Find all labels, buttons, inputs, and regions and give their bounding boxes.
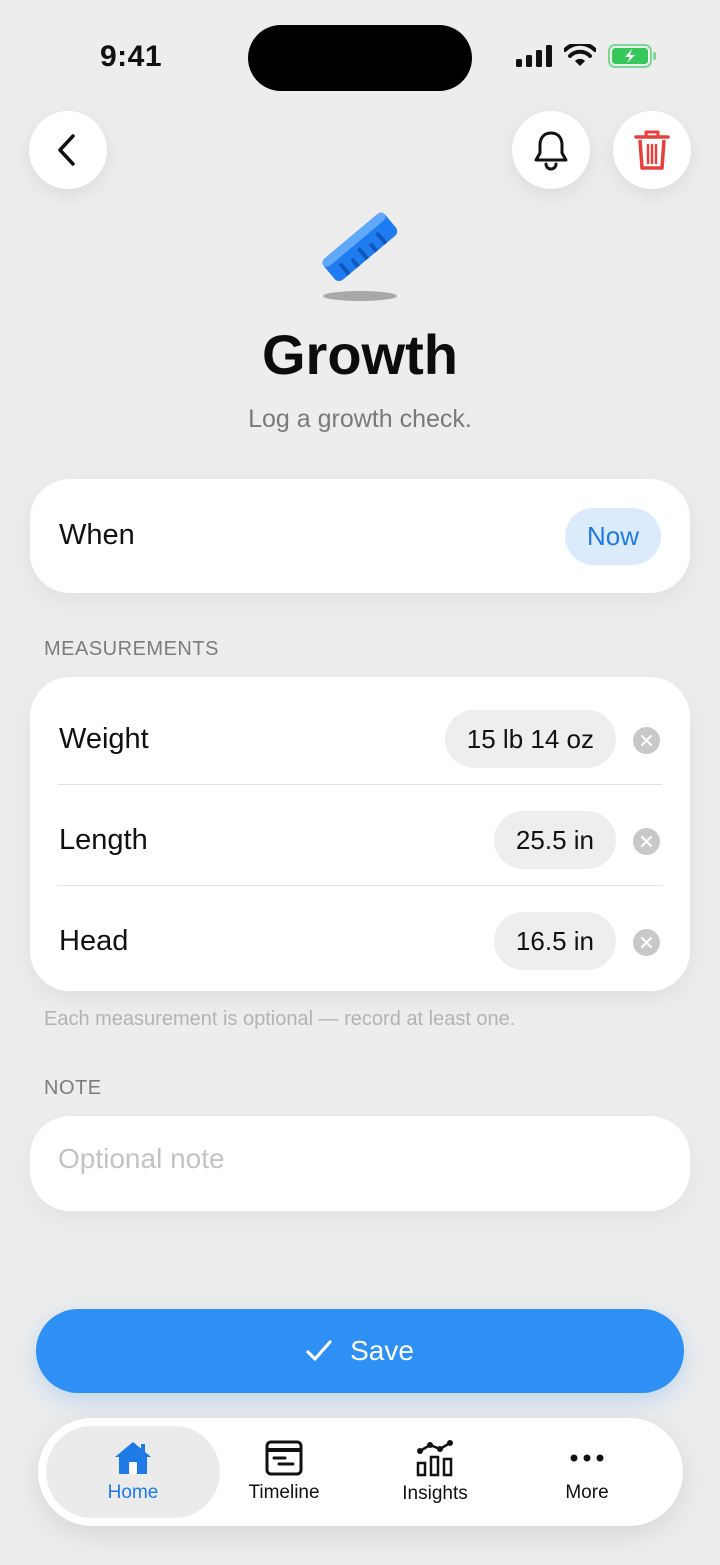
head-clear-button[interactable]: [633, 929, 660, 956]
checkmark-icon: [306, 1340, 332, 1361]
tab-home-label: Home: [107, 1482, 159, 1503]
tab-more[interactable]: More: [512, 1426, 662, 1518]
chevron-left-icon: [58, 134, 75, 166]
note-input[interactable]: [58, 1143, 658, 1175]
more-icon: [570, 1454, 604, 1462]
save-label: Save: [350, 1335, 414, 1366]
head-row: Head 16.5 in: [30, 885, 690, 986]
wifi-icon: [564, 44, 596, 66]
measurements-card: Weight 15 lb 14 oz Length 25.5 in Head 1…: [30, 677, 690, 991]
status-icons: [516, 44, 658, 68]
close-icon: [641, 836, 652, 847]
reminder-button[interactable]: [512, 111, 590, 189]
head-label: Head: [59, 925, 129, 957]
dynamic-island: [248, 25, 472, 91]
note-card: [30, 1116, 690, 1211]
head-value[interactable]: 16.5 in: [493, 912, 616, 970]
save-button[interactable]: Save: [36, 1309, 684, 1393]
close-icon: [641, 735, 652, 746]
when-card: When Now: [30, 479, 690, 593]
status-time: 9:41: [100, 40, 163, 73]
tab-bar: Home Timeline Insights More: [38, 1418, 683, 1526]
bell-icon: [534, 131, 568, 171]
weight-value[interactable]: 15 lb 14 oz: [444, 710, 616, 768]
timeline-icon: [265, 1440, 303, 1476]
length-value[interactable]: 25.5 in: [493, 811, 616, 869]
when-time-button[interactable]: Now: [564, 508, 661, 565]
tab-insights[interactable]: Insights: [360, 1426, 510, 1518]
when-label: When: [59, 519, 135, 551]
close-icon: [641, 937, 652, 948]
tab-timeline[interactable]: Timeline: [209, 1426, 359, 1518]
weight-row: Weight 15 lb 14 oz: [30, 683, 690, 784]
length-label: Length: [59, 824, 148, 856]
length-clear-button[interactable]: [633, 828, 660, 855]
tab-insights-label: Insights: [402, 1483, 468, 1504]
tab-home[interactable]: Home: [46, 1426, 220, 1518]
insights-icon: [416, 1440, 453, 1477]
measurements-section-label: MEASUREMENTS: [44, 638, 219, 660]
weight-clear-button[interactable]: [633, 727, 660, 754]
battery-icon: [608, 44, 656, 68]
weight-label: Weight: [59, 723, 149, 755]
home-icon: [115, 1442, 151, 1474]
length-row: Length 25.5 in: [30, 784, 690, 885]
tab-more-label: More: [565, 1482, 609, 1503]
cellular-signal-icon: [516, 45, 552, 67]
page-subtitle: Log a growth check.: [248, 405, 472, 433]
tab-timeline-label: Timeline: [248, 1482, 320, 1503]
back-button[interactable]: [29, 111, 107, 189]
trash-icon: [634, 130, 670, 170]
page-title: Growth: [262, 323, 458, 386]
delete-button[interactable]: [613, 111, 691, 189]
ruler-icon: [322, 212, 398, 301]
measurements-hint: Each measurement is optional — record at…: [44, 1008, 516, 1030]
note-section-label: NOTE: [44, 1077, 102, 1099]
